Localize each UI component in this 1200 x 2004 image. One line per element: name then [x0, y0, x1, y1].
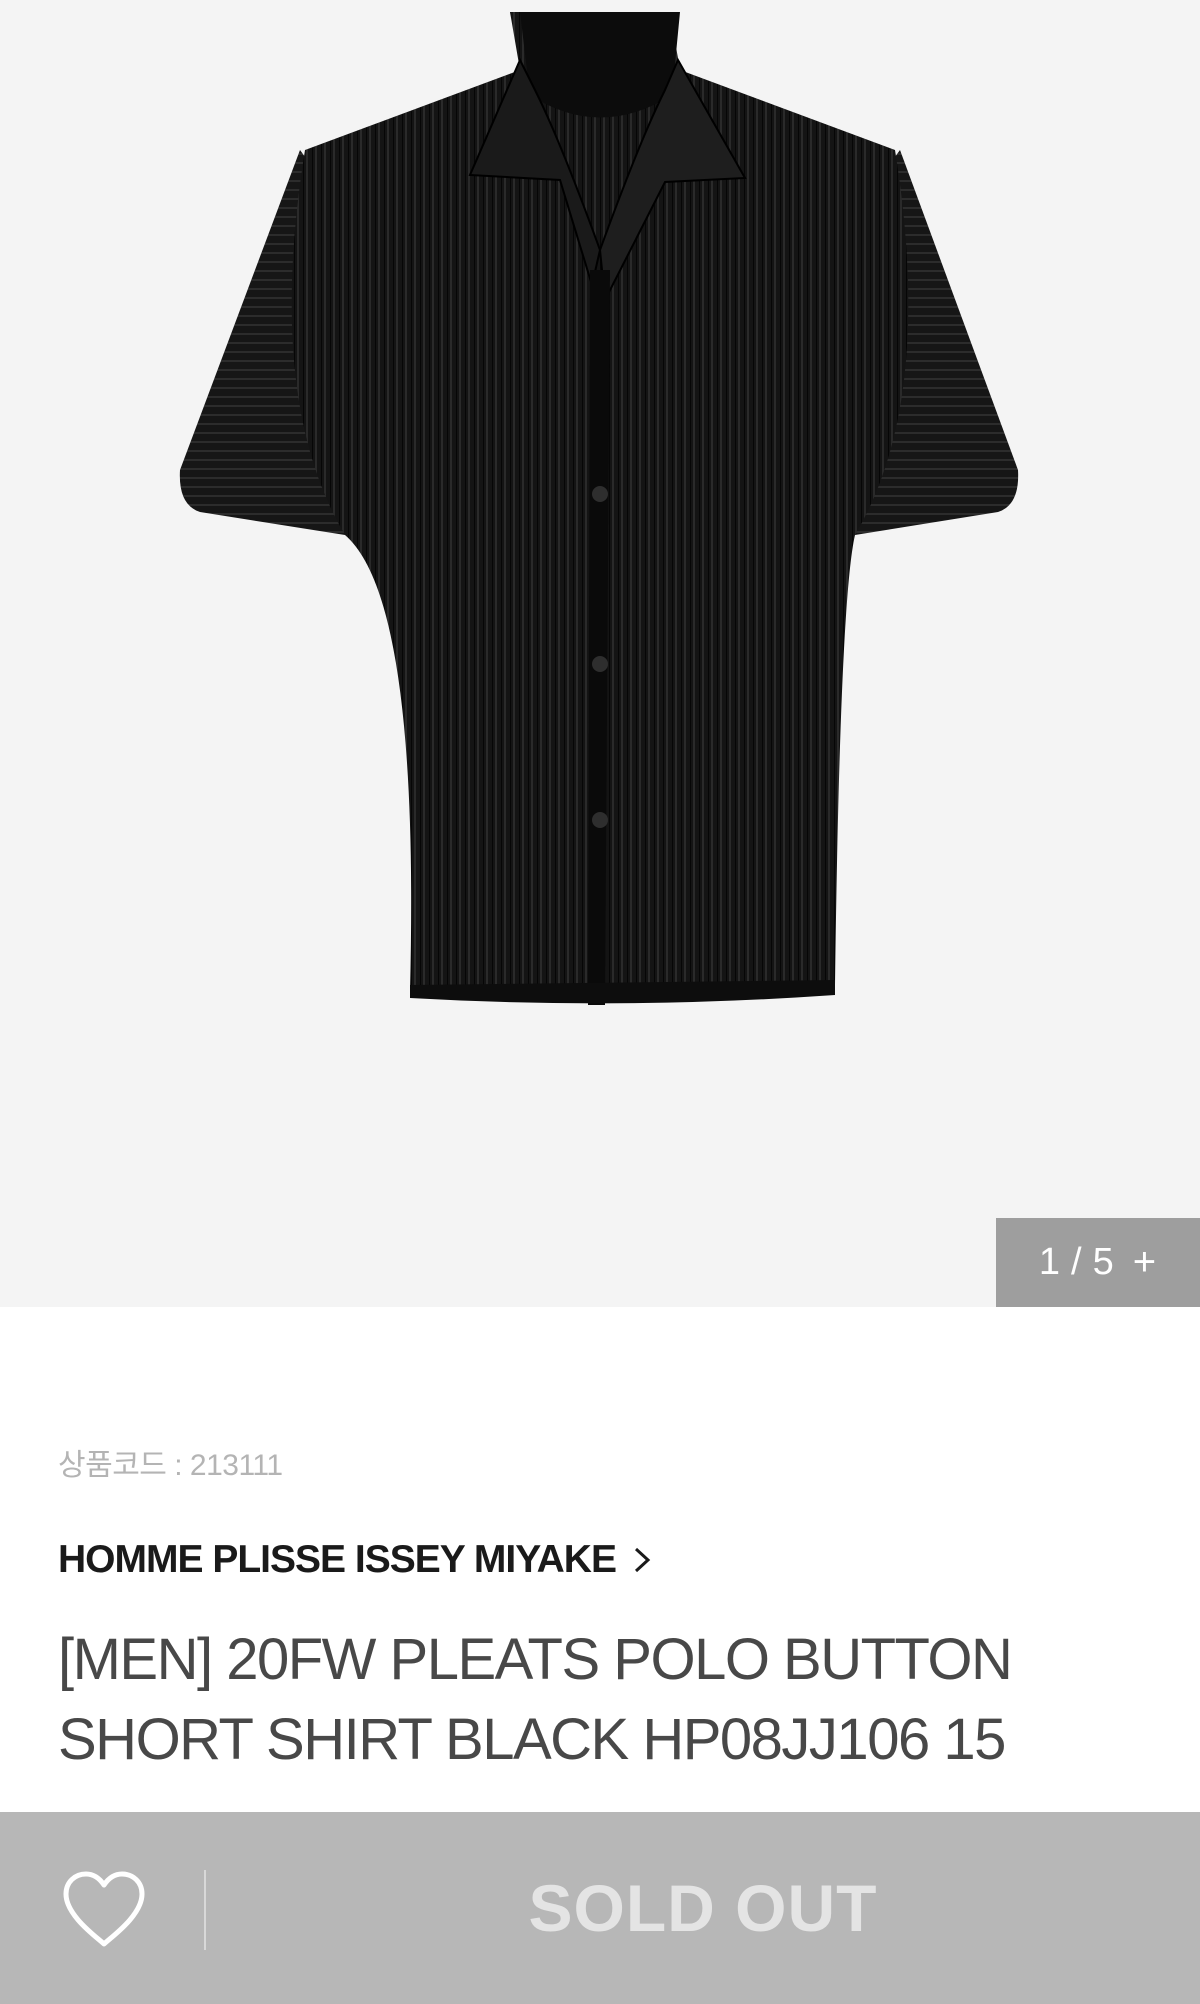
counter-separator: / — [1071, 1241, 1083, 1283]
product-image — [179, 12, 1019, 1005]
more-images-icon[interactable]: + — [1133, 1240, 1157, 1285]
counter-current: 1 — [1038, 1241, 1062, 1283]
sold-out-button[interactable]: SOLD OUT — [206, 1812, 1200, 2004]
counter-total: 5 — [1092, 1241, 1115, 1283]
product-code: 상품코드 : 213111 — [58, 1449, 283, 1482]
brand-link[interactable]: HOMME PLISSE ISSEY MIYAKE — [58, 1538, 654, 1582]
chevron-right-icon — [634, 1547, 651, 1573]
brand-name: HOMME PLISSE ISSEY MIYAKE — [58, 1538, 617, 1581]
bottom-action-bar: SOLD OUT — [0, 1812, 1200, 2004]
image-counter[interactable]: 1 / 5 + — [996, 1218, 1200, 1307]
product-image-gallery[interactable]: 1 / 5 + — [0, 0, 1200, 1307]
product-title: [MEN] 20FW PLEATS POLO BUTTON SHORT SHIR… — [58, 1627, 1013, 1772]
heart-icon[interactable] — [60, 1870, 148, 1950]
product-detail-page: 1 / 5 + 상품코드 : 213111 HOMME PLISSE ISSEY… — [0, 0, 1200, 2004]
